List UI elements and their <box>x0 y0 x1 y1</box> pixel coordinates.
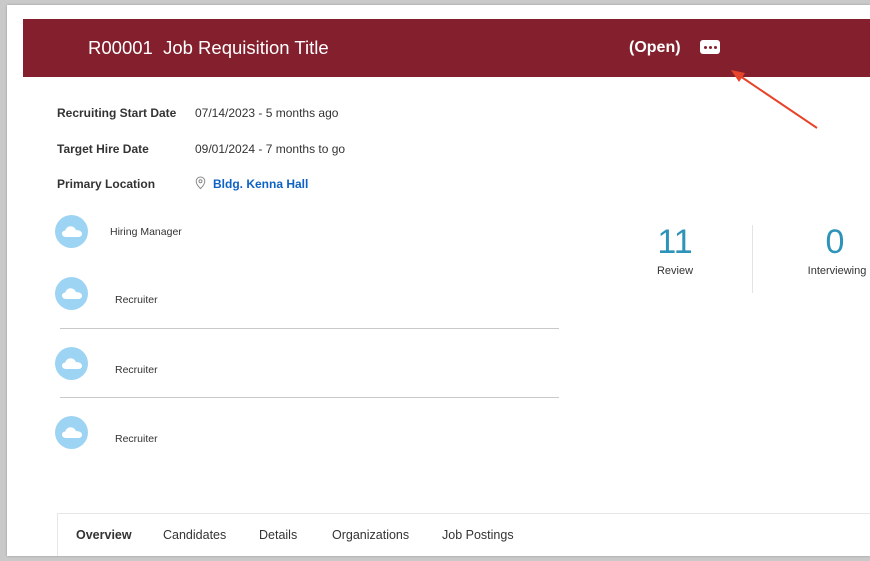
location-pin-icon <box>195 176 206 190</box>
metric-label: Review <box>656 265 694 277</box>
ellipsis-icon-dot <box>708 45 712 49</box>
divider <box>60 397 559 398</box>
tab-candidates[interactable]: Candidates <box>163 528 226 542</box>
cloud-avatar-icon <box>55 416 88 449</box>
field-label: Target Hire Date <box>57 142 149 156</box>
cloud-avatar-icon <box>55 277 88 310</box>
metric-label: Interviewing <box>807 265 867 277</box>
field-label: Primary Location <box>57 177 156 191</box>
primary-location-link[interactable]: Bldg. Kenna Hall <box>213 177 308 191</box>
person-role: Recruiter <box>115 294 158 306</box>
related-actions-button[interactable] <box>700 40 720 54</box>
tab-details[interactable]: Details <box>259 528 297 542</box>
ellipsis-icon <box>703 45 707 49</box>
metric-review[interactable]: 11 Review <box>635 223 715 277</box>
person-role: Recruiter <box>115 433 158 445</box>
field-value: 07/14/2023 - 5 months ago <box>195 106 339 120</box>
status-badge: (Open) <box>629 39 681 56</box>
metric-divider <box>752 225 753 293</box>
person-role: Recruiter <box>115 364 158 376</box>
tab-bar: Overview Candidates Details Organization… <box>57 513 870 556</box>
cloud-avatar-icon <box>55 215 88 248</box>
cloud-avatar-icon <box>55 347 88 380</box>
field-value: 09/01/2024 - 7 months to go <box>195 142 346 156</box>
metric-interviewing[interactable]: 0 Interviewing <box>800 223 870 277</box>
metric-value: 0 <box>825 223 845 261</box>
ellipsis-icon-dot <box>713 45 717 49</box>
field-label: Recruiting Start Date <box>57 106 177 120</box>
metric-value: 11 <box>657 223 693 261</box>
divider <box>60 328 559 329</box>
tab-overview[interactable]: Overview <box>76 528 132 542</box>
person-role: Hiring Manager <box>110 226 182 238</box>
tab-job-postings[interactable]: Job Postings <box>442 528 514 542</box>
requisition-title: R00001 Job Requisition Title <box>88 37 329 58</box>
tab-organizations[interactable]: Organizations <box>332 528 409 542</box>
app-window: R00001 Job Requisition Title (Open) Recr… <box>7 5 870 556</box>
requisition-header: R00001 Job Requisition Title (Open) <box>23 19 870 77</box>
